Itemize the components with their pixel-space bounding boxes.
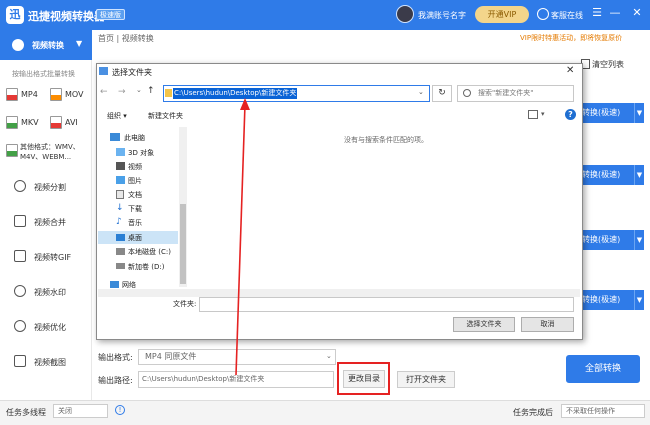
- annotation-arrow: [235, 98, 250, 376]
